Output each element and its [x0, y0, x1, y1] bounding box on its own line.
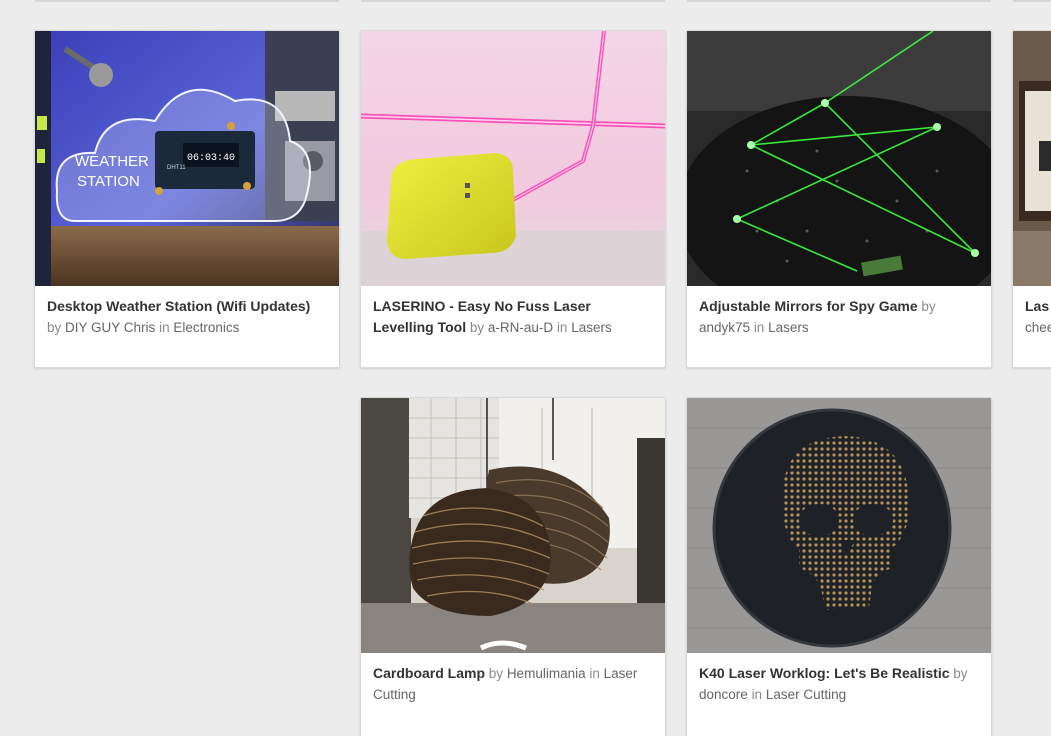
project-card[interactable]: Las chee: [1012, 30, 1051, 368]
author-link[interactable]: chee: [1025, 320, 1051, 335]
in-label: in: [556, 320, 568, 335]
category-link[interactable]: Lasers: [571, 320, 612, 335]
author-link[interactable]: andyk75: [699, 320, 750, 335]
project-title[interactable]: K40 Laser Worklog: Let's Be Realistic: [699, 665, 950, 681]
project-thumbnail-laserino[interactable]: [361, 31, 665, 286]
weather-station-sensor-text: DHT11: [167, 165, 186, 171]
project-info: Cardboard Lamp by Hemulimania in Laser C…: [361, 653, 665, 705]
author-link[interactable]: Hemulimania: [507, 666, 586, 681]
category-link[interactable]: Electronics: [173, 320, 239, 335]
in-label: in: [159, 320, 170, 335]
by-label: by: [953, 666, 968, 681]
weather-station-label-line2: STATION: [77, 173, 140, 190]
by-label: by: [47, 320, 62, 335]
project-card[interactable]: Adjustable Mirrors for Spy Game by andyk…: [686, 30, 992, 368]
in-label: in: [589, 666, 600, 681]
by-label: by: [488, 666, 504, 681]
author-link[interactable]: DIY GUY Chris: [65, 320, 155, 335]
project-thumbnail-adjustable-mirrors[interactable]: [687, 31, 991, 286]
project-thumbnail-k40-laser-worklog[interactable]: [687, 398, 991, 653]
category-link[interactable]: Lasers: [768, 320, 809, 335]
in-label: in: [751, 687, 763, 702]
project-thumbnail-partial[interactable]: [1013, 31, 1051, 286]
weather-station-clock-text: 06:03:40: [187, 153, 235, 164]
project-card[interactable]: 06:03:40 DHT11 WEATHER STATION Desktop W…: [34, 30, 340, 368]
project-thumbnail-cardboard-lamp[interactable]: [361, 398, 665, 653]
previous-row-card-edge: [361, 0, 665, 2]
project-card[interactable]: K40 Laser Worklog: Let's Be Realistic by…: [686, 397, 992, 736]
in-label: in: [753, 320, 765, 335]
project-card[interactable]: Cardboard Lamp by Hemulimania in Laser C…: [360, 397, 666, 736]
previous-row-card-edge: [35, 0, 339, 2]
by-label: by: [469, 320, 485, 335]
author-link[interactable]: a-RN-au-D: [488, 320, 553, 335]
project-title[interactable]: Desktop Weather Station (Wifi Updates): [47, 298, 310, 314]
project-card[interactable]: LASERINO - Easy No Fuss Laser Levelling …: [360, 30, 666, 368]
project-info: Las chee: [1013, 286, 1051, 338]
projects-grid-page: 06:03:40 DHT11 WEATHER STATION Desktop W…: [0, 0, 1051, 736]
by-label: by: [921, 299, 936, 314]
project-info: K40 Laser Worklog: Let's Be Realistic by…: [687, 653, 991, 705]
weather-station-label-line1: WEATHER: [75, 153, 149, 170]
author-link[interactable]: doncore: [699, 687, 748, 702]
previous-row-card-edge: [687, 0, 991, 2]
project-title[interactable]: Cardboard Lamp: [373, 665, 485, 681]
project-info: Desktop Weather Station (Wifi Updates) b…: [35, 286, 339, 338]
project-info: LASERINO - Easy No Fuss Laser Levelling …: [361, 286, 665, 338]
project-title[interactable]: Las: [1025, 298, 1049, 314]
project-thumbnail-weather-station[interactable]: 06:03:40 DHT11 WEATHER STATION: [35, 31, 339, 286]
previous-row-card-edge: [1013, 0, 1051, 2]
project-info: Adjustable Mirrors for Spy Game by andyk…: [687, 286, 991, 338]
project-title[interactable]: Adjustable Mirrors for Spy Game: [699, 298, 918, 314]
category-link[interactable]: Laser Cutting: [766, 687, 846, 702]
